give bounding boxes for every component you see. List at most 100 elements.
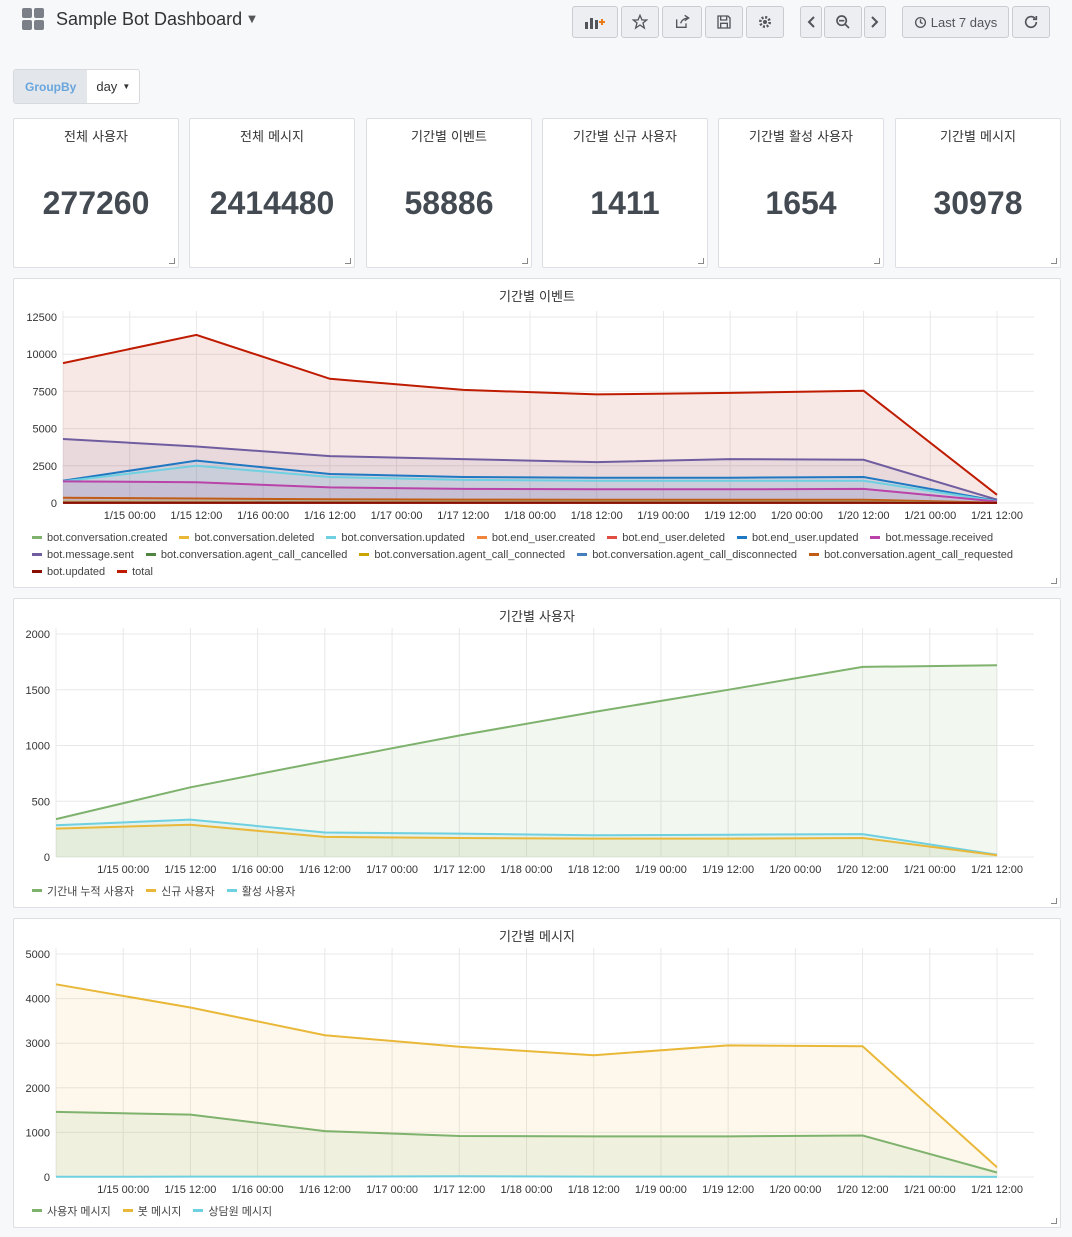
add-panel-button[interactable] [572, 6, 618, 38]
dashboard-title: Sample Bot Dashboard [56, 8, 243, 29]
legend-item[interactable]: bot.end_user.updated [737, 529, 858, 546]
top-navbar: Sample Bot Dashboard ▼ Last 7 days [0, 0, 1072, 44]
legend-item[interactable]: bot.end_user.created [476, 529, 596, 546]
x-tick-label: 1/19 00:00 [637, 510, 689, 522]
legend-swatch [32, 536, 42, 539]
x-tick-label: 1/16 12:00 [299, 864, 351, 876]
legend-item[interactable]: bot.conversation.created [32, 529, 167, 546]
legend-label: bot.updated [47, 565, 106, 578]
legend-item[interactable]: bot.conversation.deleted [179, 529, 314, 546]
time-shift-forward-button[interactable] [864, 6, 886, 38]
zoom-out-button[interactable] [824, 6, 862, 38]
star-icon [632, 14, 648, 30]
chevron-left-icon [807, 16, 815, 28]
resize-handle-icon[interactable] [874, 258, 880, 264]
legend-label: bot.conversation.deleted [194, 531, 315, 544]
resize-handle-icon[interactable] [1051, 258, 1057, 264]
x-tick-label: 1/20 00:00 [771, 510, 823, 522]
legend-swatch [226, 889, 237, 892]
legend-item[interactable]: 기간내 누적 사용자 [32, 882, 134, 899]
refresh-button[interactable] [1012, 6, 1050, 38]
x-tick-label: 1/16 12:00 [304, 510, 356, 522]
x-tick-label: 1/16 00:00 [237, 510, 289, 522]
legend-item[interactable]: bot.conversation.agent_call_connected [359, 546, 565, 563]
legend-item[interactable]: 활성 사용자 [226, 882, 295, 899]
legend-label: bot.conversation.updated [341, 531, 465, 544]
share-icon [676, 14, 690, 28]
legend-swatch [146, 889, 157, 892]
resize-handle-icon[interactable] [1051, 898, 1057, 904]
save-button[interactable] [705, 6, 743, 38]
stat-panel-total-messages: 전체 메시지 2414480 [189, 118, 355, 268]
messages-chart[interactable]: 0 1000 2000 3000 4000 5000 1/15 00:00 1/15 12:0… [14, 919, 1062, 1201]
y-tick-label: 12500 [26, 312, 57, 324]
resize-handle-icon[interactable] [522, 258, 528, 264]
x-tick-label: 1/21 00:00 [904, 510, 956, 522]
legend-item[interactable]: bot.updated [32, 563, 105, 580]
y-tick-label: 0 [51, 498, 57, 510]
stat-panel-period-events: 기간별 이벤트 58886 [366, 118, 532, 268]
x-tick-label: 1/18 12:00 [568, 1184, 620, 1196]
dashboard-grid-icon [22, 8, 44, 30]
stat-value: 277260 [42, 185, 150, 221]
legend-item[interactable]: 사용자 메시지 [32, 1202, 111, 1219]
legend-item[interactable]: 상담원 메시지 [193, 1202, 272, 1219]
graph-panel-messages: 기간별 메시지 0 1000 2000 3000 4000 5000 1/15 00:00 1… [13, 918, 1061, 1228]
resize-handle-icon[interactable] [1051, 1218, 1057, 1224]
legend-label: 봇 메시지 [137, 1205, 182, 1218]
refresh-icon [1024, 15, 1038, 29]
y-tick-label: 5000 [26, 949, 50, 961]
x-tick-label: 1/21 12:00 [971, 510, 1023, 522]
resize-handle-icon[interactable] [698, 258, 704, 264]
time-shift-back-button[interactable] [800, 6, 822, 38]
settings-button[interactable] [746, 6, 784, 38]
legend-swatch [577, 553, 588, 556]
x-tick-label: 1/20 12:00 [838, 510, 890, 522]
legend-swatch [32, 553, 42, 556]
resize-handle-icon[interactable] [169, 258, 175, 264]
legend-item[interactable]: bot.end_user.deleted [607, 529, 725, 546]
time-range-picker[interactable]: Last 7 days [902, 6, 1009, 38]
groupby-label: GroupBy [14, 70, 88, 103]
x-tick-label: 1/16 00:00 [232, 864, 284, 876]
star-button[interactable] [621, 6, 659, 38]
events-chart[interactable]: 0 2500 5000 7500 10000 12500 1/15 00:00 1/15 12… [14, 279, 1062, 529]
x-tick-label: 1/15 12:00 [164, 1184, 216, 1196]
share-button[interactable] [662, 6, 702, 38]
legend-item[interactable]: bot.message.sent [32, 546, 134, 563]
legend-item[interactable]: total [117, 563, 153, 580]
stat-panel-period-messages: 기간별 메시지 30978 [895, 118, 1061, 268]
legend-label: bot.end_user.created [491, 531, 596, 544]
y-tick-label: 3000 [26, 1038, 50, 1050]
resize-handle-icon[interactable] [1051, 578, 1057, 584]
x-tick-label: 1/18 00:00 [501, 864, 553, 876]
groupby-select[interactable]: day ▼ [87, 70, 140, 103]
y-tick-label: 4000 [26, 994, 50, 1006]
caret-down-icon: ▼ [122, 82, 131, 91]
legend-label: 신규 사용자 [161, 885, 215, 898]
clock-icon [914, 16, 926, 28]
legend-item[interactable]: bot.conversation.agent_call_requested [809, 546, 1013, 563]
x-tick-label: 1/19 00:00 [635, 1184, 687, 1196]
legend-item[interactable]: bot.conversation.updated [326, 529, 465, 546]
legend-swatch [193, 1209, 204, 1212]
legend-item[interactable]: bot.conversation.agent_call_disconnected [577, 546, 797, 563]
x-tick-label: 1/17 00:00 [366, 1184, 418, 1196]
legend-item[interactable]: bot.conversation.agent_call_cancelled [145, 546, 347, 563]
legend-swatch [117, 570, 128, 573]
legend-item[interactable]: bot.message.received [870, 529, 993, 546]
users-chart[interactable]: 0 500 1000 1500 2000 1/15 00:00 1/15 12:00 1/16… [14, 599, 1062, 881]
legend-item[interactable]: 신규 사용자 [146, 882, 215, 899]
dashboard-picker[interactable]: Sample Bot Dashboard ▼ [22, 8, 256, 30]
legend-label: bot.conversation.agent_call_disconnected [592, 548, 798, 561]
x-tick-label: 1/17 12:00 [433, 1184, 485, 1196]
stat-panel-period-new-users: 기간별 신규 사용자 1411 [542, 118, 708, 268]
resize-handle-icon[interactable] [345, 258, 351, 264]
series-line-2 [55, 1175, 998, 1178]
legend-item[interactable]: 봇 메시지 [122, 1202, 182, 1219]
legend-label: total [132, 565, 153, 578]
stat-title: 전체 사용자 [64, 130, 128, 145]
x-tick-label: 1/15 00:00 [104, 510, 156, 522]
x-tick-label: 1/15 12:00 [164, 864, 216, 876]
stat-title: 기간별 이벤트 [411, 130, 487, 145]
